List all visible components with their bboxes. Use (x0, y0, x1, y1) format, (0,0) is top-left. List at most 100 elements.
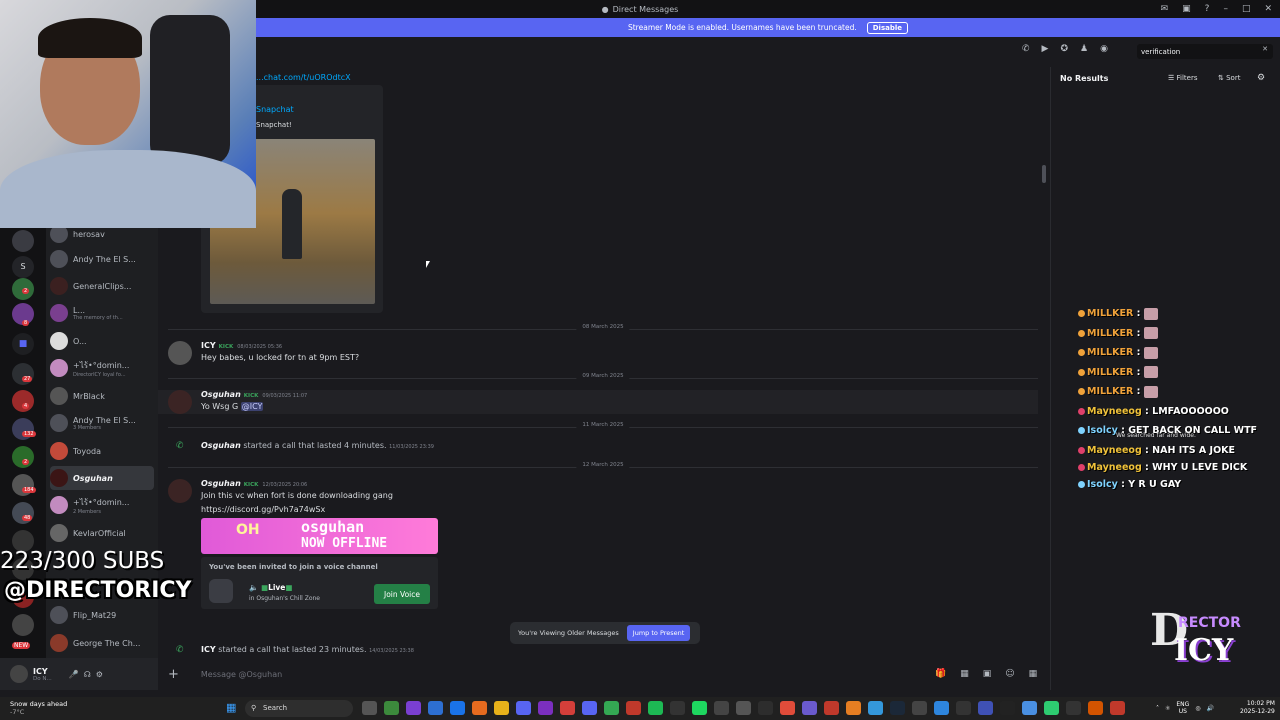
microphone-icon[interactable]: 🎤 (69, 670, 79, 679)
emoji-icon[interactable]: ☺ (1005, 669, 1014, 679)
server-icon[interactable] (12, 614, 34, 636)
close-icon[interactable]: ✕ (1264, 4, 1272, 14)
app-icon[interactable] (1044, 701, 1059, 715)
app-icon[interactable] (868, 701, 883, 715)
dm-item[interactable]: MrBlack (50, 384, 154, 408)
add-attachment-icon[interactable]: + (168, 667, 179, 682)
server-icon[interactable] (12, 230, 34, 252)
app-icon[interactable] (560, 701, 575, 715)
embed-link[interactable]: ...chat.com/t/uOROdtcX (256, 73, 351, 82)
search-settings-icon[interactable]: ⚙ (1257, 73, 1265, 83)
dm-item[interactable]: +ไร้•°domin... 2 Members (50, 493, 154, 517)
dm-item[interactable]: KevlarOfficial (50, 521, 154, 545)
minimize-icon[interactable]: – (1223, 4, 1228, 14)
maximize-icon[interactable]: □ (1242, 4, 1251, 14)
taskbar-search[interactable]: ⚲ Search (245, 700, 353, 717)
app-icon[interactable] (1066, 701, 1081, 715)
chrome-icon[interactable] (604, 701, 619, 715)
dm-item[interactable]: George The Ch... (50, 631, 154, 655)
app-icon[interactable] (802, 701, 817, 715)
avatar[interactable] (168, 341, 192, 365)
edge-icon[interactable] (450, 701, 465, 715)
weather-widget[interactable]: Snow days ahead -7°C (10, 700, 67, 716)
chat-scrollbar[interactable] (1042, 165, 1046, 183)
message-composer[interactable]: + Message @Osguhan (168, 662, 1043, 686)
sticker-icon[interactable]: ▣ (983, 669, 992, 679)
opera-icon[interactable] (626, 701, 641, 715)
headphones-icon[interactable]: ☊ (84, 670, 91, 679)
inbox-icon[interactable]: ✉ (1161, 4, 1169, 14)
message-author[interactable]: Osguhan (201, 479, 241, 488)
wifi-icon[interactable]: ◎ (1195, 705, 1200, 712)
app-icon[interactable] (934, 701, 949, 715)
download-icon[interactable]: ▣ (1182, 4, 1191, 14)
video-call-icon[interactable]: ▶ (1042, 44, 1049, 54)
taskbar-clock[interactable]: 10:02 PM 2025-12-29 (1240, 700, 1275, 716)
firefox-icon[interactable] (472, 701, 487, 715)
help-icon[interactable]: ? (1205, 4, 1210, 14)
avatar[interactable] (168, 390, 192, 414)
app-icon[interactable] (912, 701, 927, 715)
app-icon[interactable] (824, 701, 839, 715)
app-icon[interactable] (670, 701, 685, 715)
message-author[interactable]: ICY (201, 341, 216, 350)
avatar[interactable] (168, 479, 192, 503)
profile-icon[interactable]: ◉ (1100, 44, 1108, 54)
app-icon[interactable] (1000, 701, 1015, 715)
app-icon[interactable] (384, 701, 399, 715)
app-icon[interactable] (978, 701, 993, 715)
server-icon[interactable]: S (12, 256, 34, 278)
app-icon[interactable] (846, 701, 861, 715)
app-icon[interactable] (428, 701, 443, 715)
search-input[interactable]: verification ✕ (1137, 44, 1273, 59)
message-input[interactable]: Message @Osguhan (201, 670, 282, 679)
offline-banner-image[interactable]: OH osguhan NOW OFFLINE (201, 518, 438, 554)
app-icon[interactable] (648, 701, 663, 715)
app-icon[interactable] (538, 701, 553, 715)
dm-item-selected[interactable]: Osguhan (50, 466, 154, 490)
dm-item[interactable]: Andy The El S... (50, 247, 154, 271)
discord-icon[interactable] (516, 701, 531, 715)
settings-gear-icon[interactable]: ⚙ (96, 670, 103, 679)
app-icon[interactable] (758, 701, 773, 715)
sort-button[interactable]: ⇅ Sort (1218, 74, 1240, 82)
disable-streamer-button[interactable]: Disable (866, 21, 908, 34)
invite-link[interactable]: https://discord.gg/Pvh7a74wSx (201, 505, 325, 514)
windows-start-icon[interactable]: ▦ (226, 702, 238, 714)
volume-icon[interactable]: 🔊 (1207, 705, 1214, 712)
app-icon[interactable] (1022, 701, 1037, 715)
language-code[interactable]: ENG (1176, 701, 1189, 708)
dm-item[interactable]: +ไร้•°domin... DirectorICY loyal fo... (50, 356, 154, 380)
network-icon[interactable]: ⚛ (1165, 705, 1170, 712)
app-icon[interactable] (1088, 701, 1103, 715)
filters-button[interactable]: ☰ Filters (1168, 74, 1198, 82)
user-mention[interactable]: @ICY (240, 402, 264, 411)
call-author[interactable]: Osguhan (201, 441, 241, 450)
app-icon[interactable] (582, 701, 597, 715)
dm-item[interactable]: L... The memory of th... (50, 301, 154, 325)
folder-icon[interactable]: ■ (12, 333, 34, 355)
avatar[interactable] (10, 665, 28, 683)
app-icon[interactable] (714, 701, 729, 715)
gift-icon[interactable]: 🎁 (935, 669, 946, 679)
dm-item[interactable]: Andy The El S... 3 Members (50, 411, 154, 435)
chevron-up-icon[interactable]: ˄ (1156, 705, 1159, 712)
spotify-icon[interactable] (692, 701, 707, 715)
dm-item[interactable]: O... (50, 329, 154, 353)
app-icon[interactable] (1110, 701, 1125, 715)
dm-item[interactable]: GeneralClips... (50, 274, 154, 298)
join-voice-button[interactable]: Join Voice (374, 584, 430, 604)
app-icon[interactable] (956, 701, 971, 715)
dm-item[interactable]: Flip_Mat29 (50, 603, 154, 627)
call-author[interactable]: ICY (201, 645, 216, 654)
gif-icon[interactable]: ▦ (960, 669, 969, 679)
task-view-icon[interactable] (362, 701, 377, 715)
steam-icon[interactable] (890, 701, 905, 715)
voice-call-icon[interactable]: ✆ (1022, 44, 1030, 54)
jump-to-present-button[interactable]: Jump to Present (626, 625, 691, 641)
app-icon[interactable] (780, 701, 795, 715)
pin-icon[interactable]: ✪ (1060, 44, 1068, 54)
embed-title[interactable]: Snapchat (256, 105, 294, 114)
apps-icon[interactable]: ▦ (1029, 669, 1038, 679)
folder-icon[interactable] (494, 701, 509, 715)
